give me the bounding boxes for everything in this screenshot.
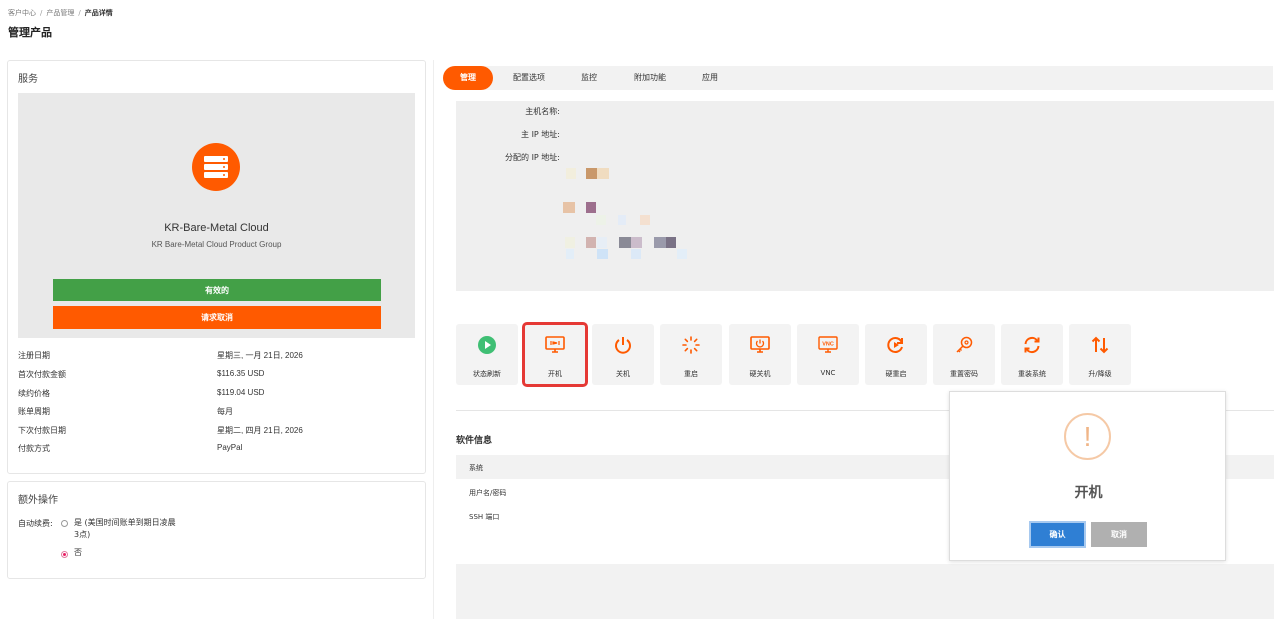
tab-manage[interactable]: 管理 [443, 66, 493, 90]
detail-value: 星期二, 四月 21日, 2026 [217, 426, 303, 435]
detail-value: $116.35 USD [217, 369, 265, 378]
breadcrumb-separator: / [40, 9, 43, 17]
shutdown-button[interactable]: 关机 [592, 324, 654, 385]
tab-config-options[interactable]: 配置选项 [503, 66, 555, 90]
hard-shutdown-button[interactable]: 硬关机 [729, 324, 791, 385]
vnc-button[interactable]: VNC VNC [797, 324, 859, 385]
vnc-icon: VNC [817, 335, 839, 358]
auto-renew-yes-text-line1: 是 (美国时间账单到期日凌晨 [74, 518, 176, 527]
auto-renew-yes-text-line2: 3点) [74, 530, 91, 539]
extra-operations-panel: 额外操作 自动续费: 是 (美国时间账单到期日凌晨 3点) 否 [7, 481, 426, 579]
breadcrumb-client-center[interactable]: 客户中心 [8, 9, 36, 17]
detail-row: 首次付款金额 $116.35 USD [18, 369, 418, 383]
auto-renew-yes-label[interactable]: 是 (美国时间账单到期日凌晨 3点) [74, 517, 176, 541]
up-down-arrows-icon [1090, 335, 1110, 358]
extra-panel-title: 额外操作 [18, 495, 58, 506]
auto-renew-no-label[interactable]: 否 [74, 547, 82, 559]
product-group: KR Bare-Metal Cloud Product Group [151, 240, 282, 249]
detail-key: 付款方式 [18, 444, 50, 453]
detail-value: 每月 [217, 407, 233, 416]
status-refresh-button[interactable]: 状态刷新 [456, 324, 518, 385]
vnc-label: VNC [820, 369, 836, 377]
hard-shutdown-label: 硬关机 [749, 370, 771, 378]
hard-restart-button[interactable]: 硬重启 [865, 324, 927, 385]
detail-key: 首次付款金额 [18, 370, 66, 379]
status-refresh-label: 状态刷新 [473, 370, 501, 378]
upgrade-downgrade-button[interactable]: 升/降级 [1069, 324, 1131, 385]
hard-restart-icon [886, 335, 906, 358]
tab-monitoring[interactable]: 监控 [571, 66, 607, 90]
power-on-label: 开机 [548, 370, 562, 378]
detail-row: 账单周期 每月 [18, 406, 418, 420]
software-info-title: 软件信息 [456, 436, 493, 446]
assigned-ip-label: 分配的 IP 地址: [505, 153, 560, 162]
software-ssh-port-label: SSH 端口 [469, 513, 500, 521]
detail-key: 账单周期 [18, 407, 50, 416]
reset-password-label: 重置密码 [950, 370, 978, 378]
column-divider [433, 60, 434, 619]
confirm-dialog: ! 开机 确认 取消 [949, 391, 1226, 561]
detail-key: 续约价格 [18, 389, 50, 398]
status-badge: 有效的 [53, 279, 381, 301]
detail-key: 注册日期 [18, 351, 50, 360]
hard-restart-label: 硬重启 [885, 370, 907, 378]
detail-row: 下次付款日期 星期二, 四月 21日, 2026 [18, 425, 418, 439]
shutdown-label: 关机 [616, 370, 630, 378]
reinstall-icon [1022, 335, 1042, 358]
detail-row: 续约价格 $119.04 USD [18, 388, 418, 402]
auto-renew-no-radio[interactable] [61, 551, 68, 558]
service-card: KR-Bare-Metal Cloud KR Bare-Metal Cloud … [18, 93, 415, 338]
detail-value: PayPal [217, 443, 243, 452]
software-credentials-label: 用户名/密码 [469, 489, 507, 497]
request-cancellation-button[interactable]: 请求取消 [53, 306, 381, 329]
upgrade-downgrade-label: 升/降级 [1088, 370, 1112, 378]
page-title: 管理产品 [8, 26, 52, 39]
power-icon [613, 335, 633, 358]
tab-addons[interactable]: 附加功能 [625, 66, 675, 90]
cancel-button[interactable]: 取消 [1091, 522, 1147, 547]
reset-password-button[interactable]: 重置密码 [933, 324, 995, 385]
detail-value: $119.04 USD [217, 388, 265, 397]
hostname-label: 主机名称: [525, 107, 560, 116]
auto-renew-yes-radio[interactable] [61, 520, 68, 527]
monitor-power-on-icon [544, 335, 566, 358]
breadcrumb-product-detail: 产品详情 [84, 9, 113, 17]
warning-icon: ! [1064, 413, 1111, 460]
detail-key: 下次付款日期 [18, 426, 66, 435]
restart-label: 重启 [684, 370, 698, 378]
restart-button[interactable]: 重启 [660, 324, 722, 385]
reinstall-system-button[interactable]: 重装系统 [1001, 324, 1063, 385]
confirm-button[interactable]: 确认 [1029, 521, 1086, 548]
service-panel: 服务 KR-Bare-Metal Cloud KR Bare-Metal Clo… [7, 60, 426, 474]
host-info-box: 主机名称: 主 IP 地址: 分配的 IP 地址: [456, 101, 1274, 291]
key-icon [954, 335, 974, 358]
reinstall-system-label: 重装系统 [1018, 370, 1046, 378]
tabs-bar: 管理 配置选项 监控 附加功能 应用 [443, 66, 1273, 90]
bottom-section [456, 564, 1274, 619]
software-system-label: 系统 [469, 464, 483, 472]
breadcrumb-separator: / [78, 9, 81, 17]
detail-row: 注册日期 星期三, 一月 21日, 2026 [18, 350, 418, 364]
tab-apps[interactable]: 应用 [693, 66, 727, 90]
detail-value: 星期三, 一月 21日, 2026 [217, 351, 303, 360]
monitor-power-icon [749, 335, 771, 358]
primary-ip-label: 主 IP 地址: [521, 130, 560, 139]
dialog-title: 开机 [1074, 485, 1103, 501]
power-on-button[interactable]: 开机 [522, 322, 588, 387]
product-name: KR-Bare-Metal Cloud [164, 222, 269, 234]
svg-text:VNC: VNC [822, 341, 834, 347]
service-panel-title: 服务 [18, 74, 38, 85]
breadcrumb: 客户中心 / 产品管理 / 产品详情 [8, 8, 113, 18]
auto-renew-label: 自动续费: [18, 519, 53, 528]
refresh-play-icon [477, 335, 497, 358]
detail-row: 付款方式 PayPal [18, 443, 418, 457]
breadcrumb-product-management[interactable]: 产品管理 [46, 9, 74, 17]
server-icon [192, 143, 240, 191]
spinner-icon [681, 335, 701, 358]
